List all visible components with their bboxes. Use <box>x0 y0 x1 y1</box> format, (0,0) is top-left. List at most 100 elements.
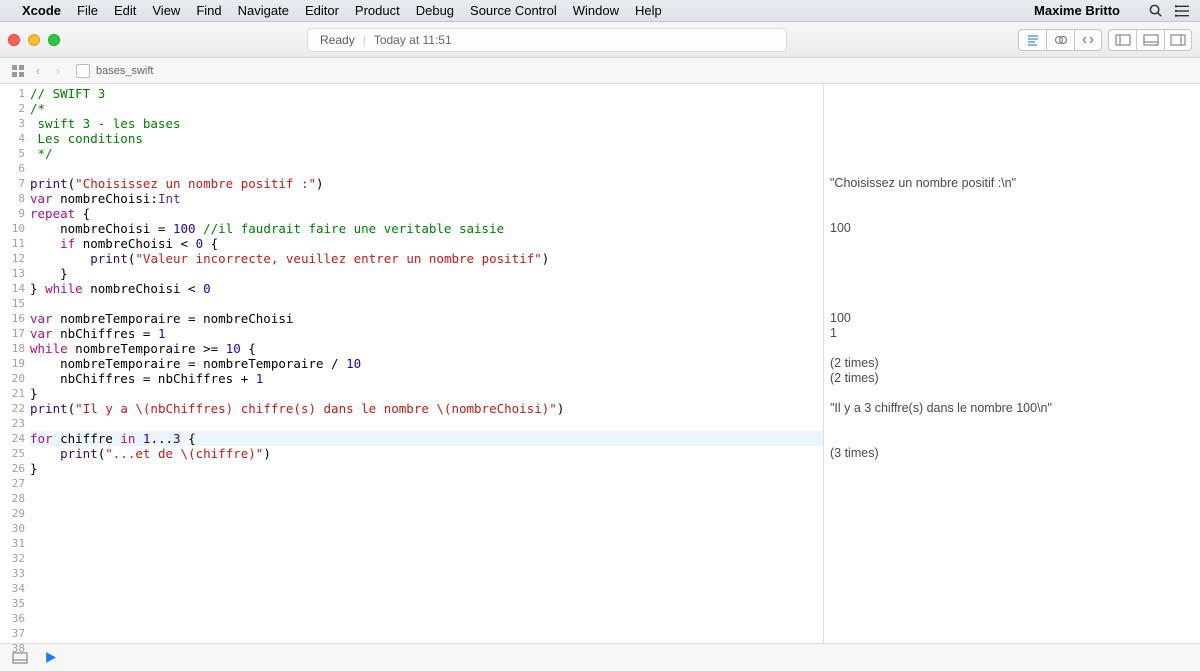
window-minimize-button[interactable] <box>28 34 40 46</box>
code-line[interactable]: nbChiffres = nbChiffres + 1 <box>30 371 823 386</box>
menu-window[interactable]: Window <box>573 3 619 18</box>
toggle-bottom-panel-button[interactable] <box>1136 29 1164 51</box>
code-line[interactable]: } <box>30 461 823 476</box>
code-line[interactable]: nombreTemporaire = nombreTemporaire / 10 <box>30 356 823 371</box>
result-line <box>830 266 1200 281</box>
result-line: (2 times) <box>830 371 1200 386</box>
result-line <box>830 641 1200 656</box>
result-line <box>830 281 1200 296</box>
menu-product[interactable]: Product <box>355 3 400 18</box>
code-line[interactable]: print("Il y a \(nbChiffres) chiffre(s) d… <box>30 401 823 416</box>
jump-bar: ‹ › bases_swift <box>0 58 1200 84</box>
menu-help[interactable]: Help <box>635 3 662 18</box>
code-line[interactable] <box>30 491 823 506</box>
code-line[interactable]: print("...et de \(chiffre)") <box>30 446 823 461</box>
menu-debug[interactable]: Debug <box>416 3 454 18</box>
spotlight-icon[interactable] <box>1148 3 1163 18</box>
code-line[interactable] <box>30 641 823 656</box>
code-line[interactable]: nombreChoisi = 100 //il faudrait faire u… <box>30 221 823 236</box>
result-line <box>830 416 1200 431</box>
result-line <box>830 491 1200 506</box>
code-line[interactable] <box>30 416 823 431</box>
result-line: (2 times) <box>830 356 1200 371</box>
code-line[interactable]: } while nombreChoisi < 0 <box>30 281 823 296</box>
result-line <box>830 146 1200 161</box>
nav-forward-button[interactable]: › <box>48 62 68 80</box>
code-line[interactable] <box>30 596 823 611</box>
code-line[interactable] <box>30 551 823 566</box>
code-line[interactable]: /* <box>30 101 823 116</box>
result-line <box>830 551 1200 566</box>
code-line[interactable]: Les conditions <box>30 131 823 146</box>
menu-navigate[interactable]: Navigate <box>238 3 289 18</box>
code-line[interactable] <box>30 296 823 311</box>
version-editor-button[interactable] <box>1074 29 1102 51</box>
result-line <box>830 596 1200 611</box>
window-toolbar: Ready | Today at 11:51 <box>0 22 1200 58</box>
result-line <box>830 626 1200 641</box>
code-line[interactable] <box>30 161 823 176</box>
assistant-editor-button[interactable] <box>1046 29 1074 51</box>
result-line <box>830 131 1200 146</box>
code-line[interactable]: while nombreTemporaire >= 10 { <box>30 341 823 356</box>
code-line[interactable]: var nombreChoisi:Int <box>30 191 823 206</box>
code-line[interactable]: */ <box>30 146 823 161</box>
result-line <box>830 101 1200 116</box>
activity-status: Ready | Today at 11:51 <box>307 28 787 52</box>
traffic-lights <box>8 34 60 46</box>
code-line[interactable]: repeat { <box>30 206 823 221</box>
code-line[interactable]: // SWIFT 3 <box>30 86 823 101</box>
window-zoom-button[interactable] <box>48 34 60 46</box>
line-number-gutter[interactable]: 1234567891011121314151617181920212223242… <box>0 84 30 643</box>
nav-back-button[interactable]: ‹ <box>28 62 48 80</box>
related-items-button[interactable] <box>8 62 28 80</box>
menubar: Xcode File Edit View Find Navigate Edito… <box>0 0 1200 22</box>
toggle-debug-area-button[interactable] <box>8 648 32 668</box>
menu-view[interactable]: View <box>152 3 180 18</box>
file-icon <box>76 64 90 78</box>
code-line[interactable]: } <box>30 266 823 281</box>
code-line[interactable]: } <box>30 386 823 401</box>
menu-find[interactable]: Find <box>196 3 221 18</box>
code-line[interactable] <box>30 581 823 596</box>
menu-edit[interactable]: Edit <box>114 3 136 18</box>
code-line[interactable]: if nombreChoisi < 0 { <box>30 236 823 251</box>
code-line[interactable] <box>30 536 823 551</box>
code-line[interactable]: swift 3 - les bases <box>30 116 823 131</box>
result-line <box>830 86 1200 101</box>
code-line[interactable] <box>30 611 823 626</box>
code-line[interactable]: var nbChiffres = 1 <box>30 326 823 341</box>
menu-source-control[interactable]: Source Control <box>470 3 557 18</box>
code-line[interactable] <box>30 506 823 521</box>
code-line[interactable] <box>30 626 823 641</box>
code-line[interactable] <box>30 521 823 536</box>
result-line: (3 times) <box>830 446 1200 461</box>
user-name[interactable]: Maxime Britto <box>1034 3 1120 18</box>
code-line[interactable]: var nombreTemporaire = nombreChoisi <box>30 311 823 326</box>
result-line <box>830 161 1200 176</box>
result-line <box>830 236 1200 251</box>
editor-area: 1234567891011121314151617181920212223242… <box>0 84 1200 643</box>
result-line <box>830 581 1200 596</box>
menu-editor[interactable]: Editor <box>305 3 339 18</box>
result-line <box>830 461 1200 476</box>
menu-file[interactable]: File <box>77 3 98 18</box>
code-editor[interactable]: // SWIFT 3/* swift 3 - les bases Les con… <box>30 84 824 643</box>
code-line[interactable]: print("Choisissez un nombre positif :") <box>30 176 823 191</box>
code-line[interactable] <box>30 476 823 491</box>
toggle-left-panel-button[interactable] <box>1108 29 1136 51</box>
app-menu[interactable]: Xcode <box>22 3 61 18</box>
breadcrumb-file[interactable]: bases_swift <box>96 65 153 77</box>
result-line <box>830 341 1200 356</box>
code-line[interactable]: for chiffre in 1...3 { <box>30 431 823 446</box>
menu-extras-icon[interactable] <box>1175 4 1190 18</box>
status-time-label: Today at 11:51 <box>374 33 452 47</box>
result-line: "Il y a 3 chiffre(s) dans le nombre 100\… <box>830 401 1200 416</box>
toggle-right-panel-button[interactable] <box>1164 29 1192 51</box>
window-close-button[interactable] <box>8 34 20 46</box>
code-line[interactable] <box>30 566 823 581</box>
standard-editor-button[interactable] <box>1018 29 1046 51</box>
result-line <box>830 566 1200 581</box>
playground-results-sidebar[interactable]: "Choisissez un nombre positif :\n"100100… <box>824 84 1200 643</box>
code-line[interactable]: print("Valeur incorrecte, veuillez entre… <box>30 251 823 266</box>
